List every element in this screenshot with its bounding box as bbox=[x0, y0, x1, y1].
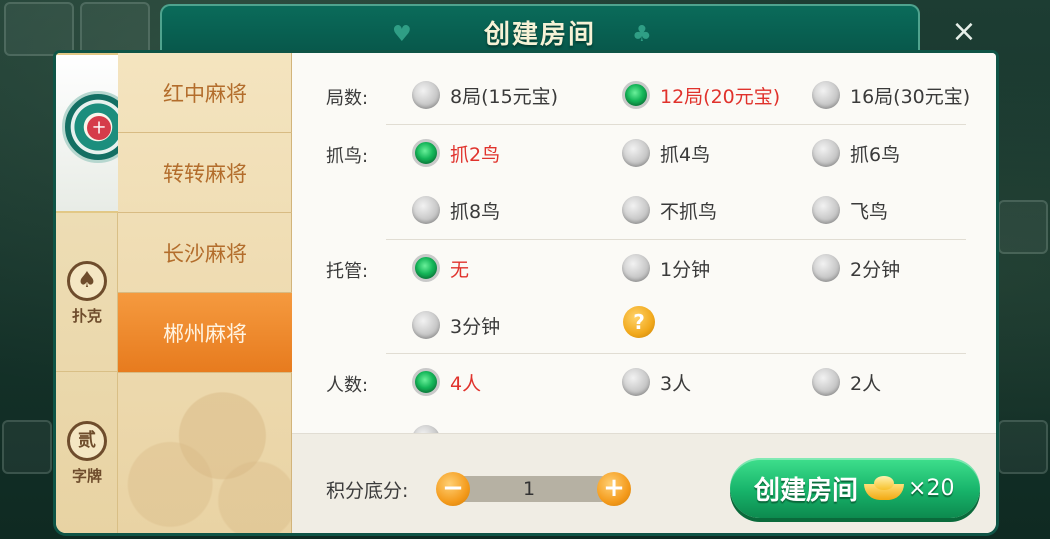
background-tile bbox=[80, 2, 150, 56]
birds-option-4[interactable]: 抓4鸟 bbox=[622, 139, 710, 167]
create-room-label: 创建房间 bbox=[754, 475, 859, 506]
radio-button bbox=[812, 81, 840, 109]
rounds-option-16[interactable]: 16局(30元宝) bbox=[812, 81, 970, 109]
category-label: 字牌 bbox=[71, 467, 102, 485]
birds-option-8[interactable]: 抓8鸟 bbox=[412, 196, 500, 224]
radio-button bbox=[622, 368, 650, 396]
dialog-title: 创建房间 bbox=[483, 20, 596, 50]
background-tile bbox=[998, 200, 1048, 254]
category-tab-word-tiles[interactable]: 贰 字牌 bbox=[56, 421, 118, 501]
tab-zhuanzhuan[interactable]: 转转麻将 bbox=[118, 133, 292, 213]
birds-option-none[interactable]: 不抓鸟 bbox=[622, 196, 717, 224]
option-label: 飞鸟 bbox=[850, 200, 889, 223]
background-tile bbox=[2, 420, 52, 474]
option-label: 抓4鸟 bbox=[660, 143, 711, 166]
mahjong-variant-tabs: 红中麻将 转转麻将 长沙麻将 郴州麻将 bbox=[118, 53, 292, 533]
option-label: 1分钟 bbox=[660, 258, 711, 281]
decrease-score-button[interactable]: − bbox=[436, 472, 470, 506]
option-label: 抓6鸟 bbox=[850, 143, 901, 166]
radio-button bbox=[622, 139, 650, 167]
rounds-label: 局数: bbox=[326, 88, 369, 109]
floral-pattern bbox=[118, 371, 292, 533]
birds-option-2[interactable]: 抓2鸟 bbox=[412, 139, 500, 167]
gold-ingot-icon bbox=[864, 474, 905, 502]
radio-button bbox=[412, 81, 440, 109]
option-label: 不抓鸟 bbox=[660, 200, 718, 223]
option-label: 2人 bbox=[850, 372, 882, 395]
divider bbox=[386, 124, 966, 125]
players-option-3[interactable]: 3人 bbox=[622, 368, 691, 396]
radio-button-selected bbox=[412, 368, 440, 396]
rounds-option-12[interactable]: 12局(20元宝) bbox=[622, 81, 780, 109]
category-label: 扑克 bbox=[71, 307, 102, 325]
option-label: 无 bbox=[450, 258, 470, 281]
category-tab-poker[interactable]: ♠ 扑克 bbox=[56, 261, 118, 341]
radio-button-selected bbox=[412, 254, 440, 282]
create-room-button[interactable]: 创建房间 ×20 bbox=[730, 458, 980, 518]
hosting-option-2min[interactable]: 2分钟 bbox=[812, 254, 900, 282]
players-option-4[interactable]: 4人 bbox=[412, 368, 481, 396]
rounds-option-8[interactable]: 8局(15元宝) bbox=[412, 81, 558, 109]
bottom-bar: 积分底分: 1 − + 创建房间 ×20 bbox=[292, 433, 996, 533]
divider bbox=[386, 353, 966, 354]
zipai-tile-icon: 贰 bbox=[67, 421, 107, 461]
radio-button bbox=[812, 368, 840, 396]
base-score-label: 积分底分: bbox=[326, 480, 409, 502]
radio-button bbox=[812, 139, 840, 167]
hosting-label: 托管: bbox=[326, 261, 369, 282]
option-label: 抓2鸟 bbox=[450, 143, 501, 166]
background-tile bbox=[998, 420, 1048, 474]
radio-button bbox=[622, 196, 650, 224]
increase-score-button[interactable]: + bbox=[597, 472, 631, 506]
create-cost: ×20 bbox=[908, 475, 955, 501]
option-label: 3人 bbox=[660, 372, 692, 395]
option-label: 3分钟 bbox=[450, 315, 501, 338]
radio-button bbox=[622, 254, 650, 282]
hosting-option-1min[interactable]: 1分钟 bbox=[622, 254, 710, 282]
radio-button bbox=[412, 196, 440, 224]
background-tile bbox=[4, 2, 74, 56]
hosting-option-none[interactable]: 无 bbox=[412, 254, 469, 282]
radio-button-selected bbox=[622, 81, 650, 109]
room-options: 局数: 8局(15元宝) 12局(20元宝) 16局(30元宝) 抓鸟: 抓2鸟… bbox=[292, 53, 996, 453]
radio-button-selected bbox=[412, 139, 440, 167]
birds-label: 抓鸟: bbox=[326, 146, 369, 167]
spade-icon: ♠ bbox=[67, 261, 107, 301]
help-icon[interactable]: ? bbox=[623, 306, 655, 338]
option-label: 12局(20元宝) bbox=[660, 85, 781, 108]
tab-chenzhou[interactable]: 郴州麻将 bbox=[118, 293, 292, 373]
hosting-option-3min[interactable]: 3分钟 bbox=[412, 311, 500, 339]
emblem-core: 十 bbox=[87, 116, 111, 140]
create-room-panel: ♠ 扑克 贰 字牌 十 红中麻将 转转麻将 长沙麻将 郴州麻将 局数: 8局(1… bbox=[56, 53, 996, 533]
option-label: 抓8鸟 bbox=[450, 200, 501, 223]
option-label: 8局(15元宝) bbox=[450, 85, 559, 108]
radio-button bbox=[812, 196, 840, 224]
players-label: 人数: bbox=[326, 375, 369, 396]
dialog-header: ♥ ♣ 创建房间 bbox=[160, 4, 920, 54]
tab-changsha[interactable]: 长沙麻将 bbox=[118, 213, 292, 293]
radio-button bbox=[812, 254, 840, 282]
option-label: 4人 bbox=[450, 372, 482, 395]
close-icon[interactable]: × bbox=[946, 14, 982, 50]
divider bbox=[386, 239, 966, 240]
option-label: 2分钟 bbox=[850, 258, 901, 281]
divider bbox=[56, 371, 118, 372]
players-option-2[interactable]: 2人 bbox=[812, 368, 881, 396]
birds-option-fly[interactable]: 飞鸟 bbox=[812, 196, 888, 224]
tab-hongzhong[interactable]: 红中麻将 bbox=[118, 53, 292, 133]
birds-option-6[interactable]: 抓6鸟 bbox=[812, 139, 900, 167]
option-label: 16局(30元宝) bbox=[850, 85, 971, 108]
radio-button bbox=[412, 311, 440, 339]
